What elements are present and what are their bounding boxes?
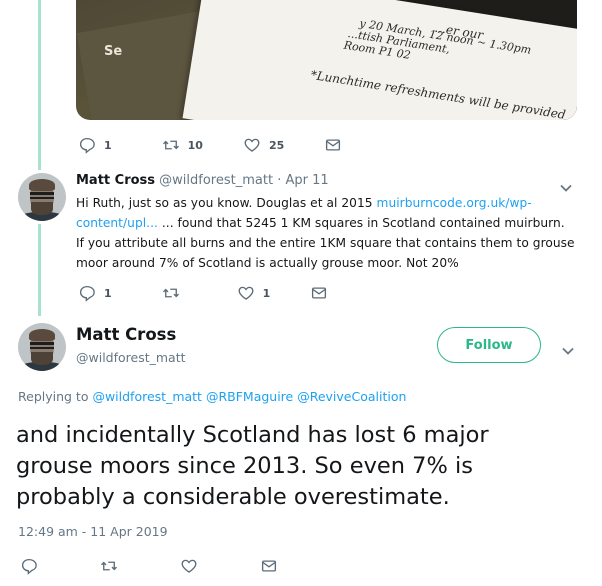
thread-connector-line bbox=[38, 224, 41, 316]
tweet-text: Hi Ruth, just so as you know. Douglas et… bbox=[76, 196, 377, 210]
retweet-count: 10 bbox=[187, 138, 203, 152]
tweet-photo[interactable]: Se ...er our y 20 March, 12 noon ~ 1.30p… bbox=[76, 0, 577, 120]
reply-icon bbox=[78, 136, 96, 154]
avatar-beard bbox=[31, 351, 53, 366]
retweet-button[interactable]: 10 bbox=[162, 136, 203, 154]
reply-tweet-header: Matt Cross @wildforest_matt · Apr 11 bbox=[76, 173, 329, 188]
like-icon bbox=[237, 284, 255, 302]
message-icon bbox=[260, 557, 278, 575]
chevron-down-icon[interactable] bbox=[559, 178, 573, 192]
like-icon bbox=[243, 136, 261, 154]
avatar-glasses bbox=[30, 192, 54, 199]
like-button[interactable]: 25 bbox=[243, 136, 284, 154]
tweet-text-line: moor around 7% of Scotland is actually g… bbox=[76, 256, 459, 270]
tweet-timestamp[interactable]: 12:49 am - 11 Apr 2019 bbox=[18, 524, 168, 539]
tweet-actions: 1 1 bbox=[78, 284, 328, 302]
reply-tweet-text: Hi Ruth, just so as you know. Douglas et… bbox=[76, 193, 581, 273]
author-handle[interactable]: @wildforest_matt bbox=[76, 350, 186, 365]
mention-link[interactable]: @wildforest_matt bbox=[92, 389, 202, 404]
avatar-beard bbox=[31, 201, 53, 216]
like-count: 1 bbox=[262, 286, 271, 300]
tweet-text-line: If you attribute all burns and the entir… bbox=[76, 236, 575, 250]
tweet-link[interactable]: content/upl... bbox=[76, 216, 158, 230]
avatar-hair bbox=[28, 178, 56, 192]
replying-to: Replying to @wildforest_matt @RBFMaguire… bbox=[18, 389, 406, 404]
tweet-actions bbox=[20, 557, 278, 575]
replying-to-label: Replying to bbox=[18, 389, 93, 404]
author-name[interactable]: Matt Cross bbox=[76, 173, 155, 188]
direct-message-button[interactable] bbox=[310, 284, 328, 302]
tweet-text: ... found that 5245 1 KM squares in Scot… bbox=[157, 216, 565, 230]
reply-button[interactable]: 1 bbox=[78, 136, 112, 154]
like-count: 25 bbox=[268, 138, 285, 152]
tweet-text-line: Hi Ruth, just so as you know. Douglas et… bbox=[76, 193, 581, 213]
author-handle[interactable]: @wildforest_matt bbox=[159, 173, 273, 188]
follow-button[interactable]: Follow bbox=[437, 327, 541, 363]
direct-message-button[interactable] bbox=[324, 136, 342, 154]
direct-message-button[interactable] bbox=[260, 557, 278, 575]
reply-button[interactable]: 1 bbox=[78, 284, 112, 302]
retweet-icon bbox=[100, 557, 118, 575]
thread-connector-line bbox=[38, 0, 41, 170]
photo-text: *Lunchtime refreshments will be provided bbox=[309, 67, 567, 120]
tweet-text-line: content/upl... ... found that 5245 1 KM … bbox=[76, 213, 581, 233]
tweet-actions: 1 10 25 bbox=[78, 136, 342, 154]
reply-icon bbox=[78, 284, 96, 302]
retweet-button[interactable] bbox=[162, 284, 180, 302]
avatar[interactable] bbox=[18, 173, 66, 221]
tweet-date[interactable]: Apr 11 bbox=[285, 173, 328, 188]
reply-button[interactable] bbox=[20, 557, 38, 575]
retweet-button[interactable] bbox=[100, 557, 118, 575]
avatar-glasses bbox=[30, 342, 54, 349]
avatar-hair bbox=[28, 328, 56, 342]
separator-dot: · bbox=[277, 173, 282, 188]
tweet-text-line: grouse moors since 2013. So even 7% is bbox=[16, 453, 473, 479]
mention-link[interactable]: @RBFMaguire bbox=[206, 389, 293, 404]
retweet-icon bbox=[162, 136, 180, 154]
message-icon bbox=[324, 136, 342, 154]
reply-count: 1 bbox=[104, 138, 112, 152]
message-icon bbox=[310, 284, 328, 302]
retweet-icon bbox=[162, 284, 180, 302]
like-button[interactable]: 1 bbox=[237, 284, 271, 302]
like-icon bbox=[180, 557, 198, 575]
reply-icon bbox=[20, 557, 38, 575]
reply-count: 1 bbox=[104, 286, 112, 300]
main-tweet-text: and incidentally Scotland has lost 6 maj… bbox=[16, 420, 596, 513]
chevron-down-icon[interactable] bbox=[561, 341, 575, 355]
author-name[interactable]: Matt Cross bbox=[76, 325, 176, 344]
like-button[interactable] bbox=[180, 557, 198, 575]
tweet-text-line: probably a considerable overestimate. bbox=[16, 484, 450, 510]
tweet-text-line: and incidentally Scotland has lost 6 maj… bbox=[16, 422, 489, 448]
photo-text: Se bbox=[104, 44, 123, 59]
avatar[interactable] bbox=[18, 323, 66, 371]
tweet-link[interactable]: muirburncode.org.uk/wp- bbox=[377, 196, 532, 210]
mention-link[interactable]: @ReviveCoalition bbox=[297, 389, 406, 404]
